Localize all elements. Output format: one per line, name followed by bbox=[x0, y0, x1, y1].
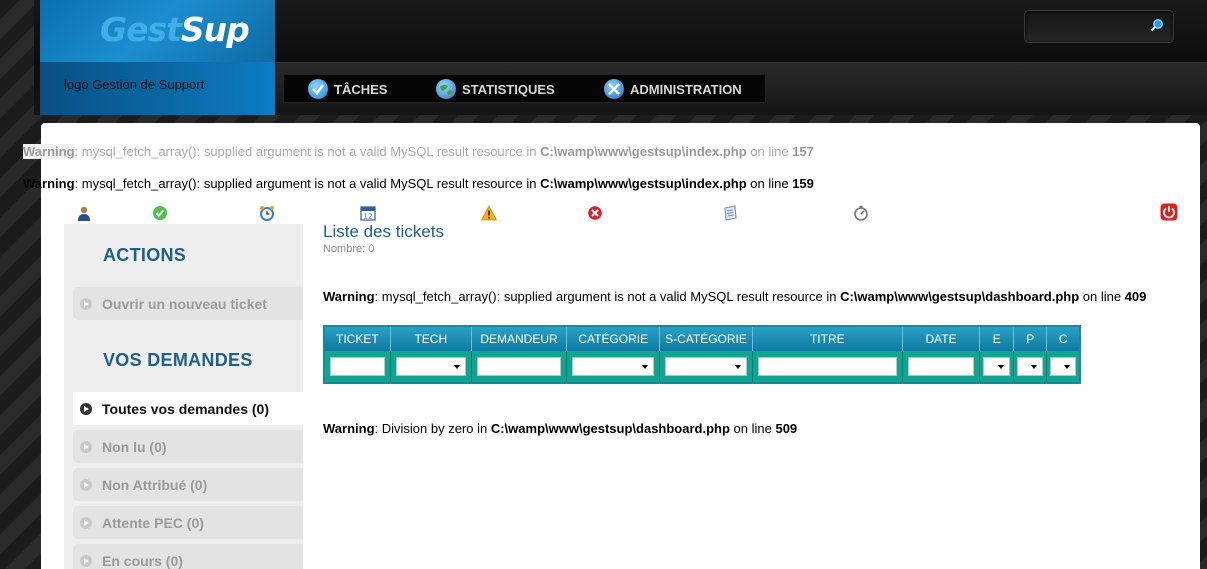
requester-filter-input[interactable] bbox=[476, 357, 562, 376]
sidebar-item-label: En cours (0) bbox=[102, 552, 183, 569]
sidebar-item-all-requests[interactable]: Toutes vos demandes (0) bbox=[73, 392, 303, 425]
globe-icon bbox=[436, 79, 456, 99]
actions-title: ACTIONS bbox=[103, 245, 187, 265]
timer-icon[interactable] bbox=[853, 205, 869, 221]
new-ticket-label: Ouvrir un nouveau ticket bbox=[102, 295, 267, 312]
sidebar-item-unread[interactable]: Non lu (0) bbox=[73, 430, 303, 463]
alarm-clock-icon[interactable] bbox=[259, 205, 275, 221]
ticket-filter-input[interactable] bbox=[330, 357, 385, 376]
nav-administration-label: ADMINISTRATION bbox=[630, 81, 742, 97]
ticket-count: Nombre: 0 bbox=[323, 243, 375, 255]
category-filter-select[interactable] bbox=[572, 357, 655, 376]
sidebar-item-label: Toutes vos demandes (0) bbox=[102, 400, 270, 417]
arrow-bullet-icon bbox=[80, 554, 92, 567]
column-header[interactable]: S-CATÉGORIE bbox=[659, 326, 753, 351]
arrow-bullet-icon bbox=[80, 516, 92, 529]
warning-icon[interactable] bbox=[481, 205, 497, 221]
sidebar-item-label: Non Attribué (0) bbox=[102, 476, 208, 493]
arrow-bullet-icon bbox=[80, 478, 92, 491]
calendar-icon[interactable]: 12 bbox=[360, 205, 376, 221]
nav-taches-label: TÂCHES bbox=[334, 81, 388, 97]
arrow-bullet-icon bbox=[80, 297, 92, 310]
table-header-row: TICKET TECH DEMANDEUR CATÉGORIE S-CATÉGO… bbox=[324, 326, 1080, 351]
page-title: Liste des tickets bbox=[323, 222, 444, 241]
sidebar-item-label: Non lu (0) bbox=[102, 438, 167, 455]
column-header[interactable]: DATE bbox=[902, 326, 981, 351]
tools-icon bbox=[604, 79, 624, 99]
column-header[interactable]: E bbox=[979, 326, 1015, 351]
check-circle-icon[interactable] bbox=[152, 205, 168, 221]
nav-administration[interactable]: ADMINISTRATION bbox=[604, 78, 742, 100]
svg-text:12: 12 bbox=[364, 213, 373, 221]
sidebar-item-unassigned[interactable]: Non Attribué (0) bbox=[73, 468, 303, 501]
check-icon bbox=[308, 79, 328, 99]
column-header[interactable]: TICKET bbox=[324, 326, 391, 351]
sidebar-item-label: Attente PEC (0) bbox=[102, 514, 204, 531]
column-header[interactable]: TITRE bbox=[752, 326, 903, 351]
new-ticket-link[interactable]: Ouvrir un nouveau ticket bbox=[73, 287, 303, 320]
user-icon[interactable] bbox=[76, 205, 92, 221]
nav-taches[interactable]: TÂCHES bbox=[308, 78, 387, 100]
column-header[interactable]: P bbox=[1013, 326, 1048, 351]
php-warning: Warning: mysql_fetch_array(): supplied a… bbox=[23, 176, 814, 191]
subcategory-filter-select[interactable] bbox=[665, 357, 747, 376]
criticality-filter-select[interactable] bbox=[1050, 357, 1076, 376]
tech-filter-select[interactable] bbox=[395, 357, 466, 376]
power-icon[interactable] bbox=[1160, 203, 1178, 221]
nav-statistiques[interactable]: STATISTIQUES bbox=[436, 78, 555, 100]
column-header[interactable]: CATÉGORIE bbox=[566, 326, 661, 351]
state-filter-select[interactable] bbox=[983, 357, 1011, 376]
logo-label: logo Gestion de Support bbox=[64, 77, 205, 92]
column-header[interactable]: C bbox=[1046, 326, 1080, 351]
filter-row bbox=[324, 351, 1080, 383]
ticket-table: TICKET TECH DEMANDEUR CATÉGORIE S-CATÉGO… bbox=[323, 325, 1081, 384]
requests-title: VOS DEMANDES bbox=[103, 350, 253, 370]
brand-logo: GestSup bbox=[100, 10, 250, 49]
php-warning: Warning: mysql_fetch_array(): supplied a… bbox=[323, 289, 1147, 304]
php-warning: Warning: mysql_fetch_array(): supplied a… bbox=[23, 144, 814, 159]
sidebar-item-waiting[interactable]: Attente PEC (0) bbox=[73, 506, 303, 539]
php-warning: Warning: Division by zero in C:\wamp\www… bbox=[323, 421, 798, 436]
arrow-bullet-icon bbox=[80, 402, 92, 415]
sidebar-item-in-progress[interactable]: En cours (0) bbox=[73, 544, 303, 569]
nav-statistiques-label: STATISTIQUES bbox=[462, 81, 555, 97]
priority-filter-select[interactable] bbox=[1017, 357, 1044, 376]
search-icon[interactable] bbox=[1150, 18, 1164, 32]
title-filter-input[interactable] bbox=[757, 357, 897, 376]
logo-area[interactable]: GestSup logo Gestion de Support bbox=[40, 0, 275, 115]
notepad-icon[interactable] bbox=[722, 205, 738, 221]
arrow-bullet-icon bbox=[80, 440, 92, 453]
error-icon[interactable] bbox=[587, 205, 603, 221]
column-header[interactable]: DEMANDEUR bbox=[471, 326, 568, 351]
date-filter-input[interactable] bbox=[907, 357, 975, 376]
column-header[interactable]: TECH bbox=[390, 326, 472, 351]
